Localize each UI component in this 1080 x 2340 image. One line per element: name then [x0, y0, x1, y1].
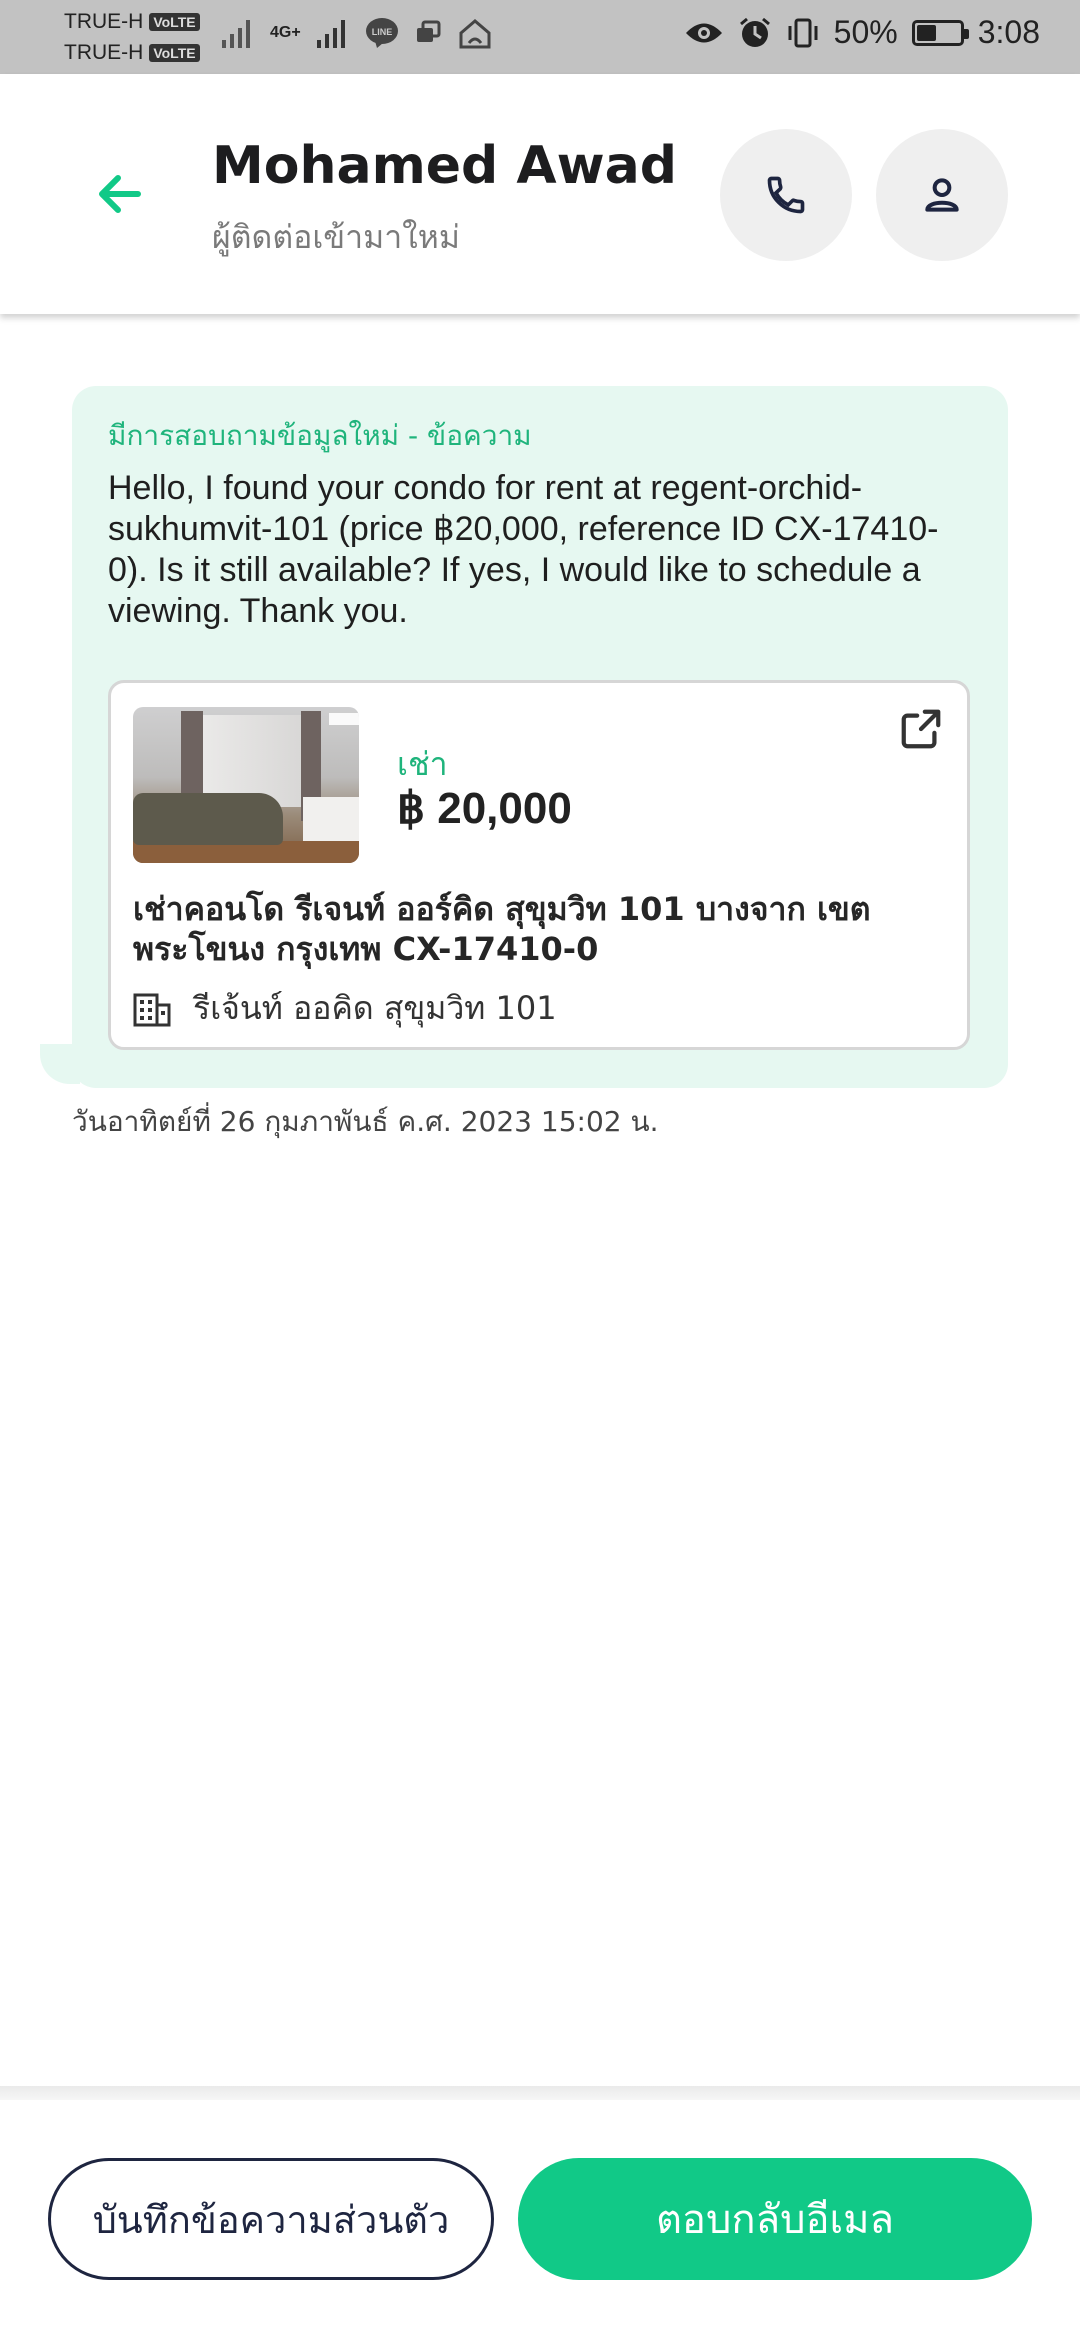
reply-email-button[interactable]: ตอบกลับอีเมล	[518, 2158, 1032, 2280]
bottom-divider	[0, 2086, 1080, 2100]
phone-icon	[767, 176, 805, 214]
clock: 3:08	[977, 14, 1040, 50]
message-bubble: มีการสอบถามข้อมูลใหม่ - ข้อความ Hello, I…	[72, 386, 1008, 1088]
network-type: 4G+	[270, 24, 301, 41]
message-timestamp: วันอาทิตย์ที่ 26 กุมภาพันธ์ ค.ศ. 2023 15…	[72, 1105, 659, 1138]
profile-button[interactable]	[876, 129, 1008, 261]
listing-card[interactable]: เช่า ฿ 20,000 เช่าคอนโด รีเจนท์ ออร์คิด …	[108, 680, 970, 1050]
private-note-button[interactable]: บันทึกข้อความส่วนตัว	[48, 2158, 494, 2280]
carrier-2: TRUE-H	[64, 41, 144, 64]
volte-badge: VoLTE	[149, 43, 200, 62]
building-icon	[133, 993, 171, 1026]
contact-name: Mohamed Awad	[212, 136, 677, 196]
status-bar: TRUE-H VoLTE TRUE-H VoLTE 4G+ LINE 50% 3:0…	[0, 0, 1080, 74]
eye-icon	[685, 23, 722, 42]
battery-percent: 50%	[833, 14, 898, 50]
person-icon	[925, 178, 959, 212]
listing-location-text: รีเจ้นท์ ออคิด สุขุมวิท 101	[193, 989, 557, 1027]
listing-price: ฿ 20,000	[397, 784, 572, 833]
vibrate-icon	[788, 18, 818, 47]
call-button[interactable]	[720, 129, 852, 261]
line-app-icon: LINE	[365, 18, 398, 48]
listing-title: เช่าคอนโด รีเจนท์ ออร์คิด สุขุมวิท 101 บ…	[133, 890, 871, 968]
open-external-icon	[901, 709, 941, 749]
home-wifi-icon	[459, 19, 491, 49]
battery-fill	[916, 24, 936, 41]
volte-badge: VoLTE	[149, 12, 200, 31]
open-listing-button[interactable]	[895, 703, 947, 755]
contact-status: ผู้ติดต่อเข้ามาใหม่	[212, 218, 460, 256]
message-body: Hello, I found your condo for rent at re…	[108, 469, 939, 630]
inquiry-tag: มีการสอบถามข้อมูลใหม่ - ข้อความ	[108, 419, 532, 452]
carrier-1: TRUE-H	[64, 10, 144, 33]
signal-icon	[316, 20, 345, 48]
back-button[interactable]	[80, 154, 160, 234]
status-icons-right: 50% 3:08	[684, 14, 1040, 51]
back-arrow-icon	[99, 175, 141, 213]
listing-location: รีเจ้นท์ ออคิด สุขุมวิท 101	[133, 983, 557, 1034]
battery-icon	[911, 19, 969, 46]
signal-icon	[222, 20, 250, 48]
alarm-icon	[739, 17, 770, 47]
screen-share-icon	[416, 20, 441, 42]
listing-photo	[133, 707, 359, 863]
carrier-info: TRUE-H VoLTE TRUE-H VoLTE	[64, 6, 200, 68]
status-icons-left: 4G+ LINE	[220, 16, 493, 50]
svg-text:LINE: LINE	[371, 27, 392, 37]
chat-header: Mohamed Awad ผู้ติดต่อเข้ามาใหม่	[0, 74, 1080, 314]
